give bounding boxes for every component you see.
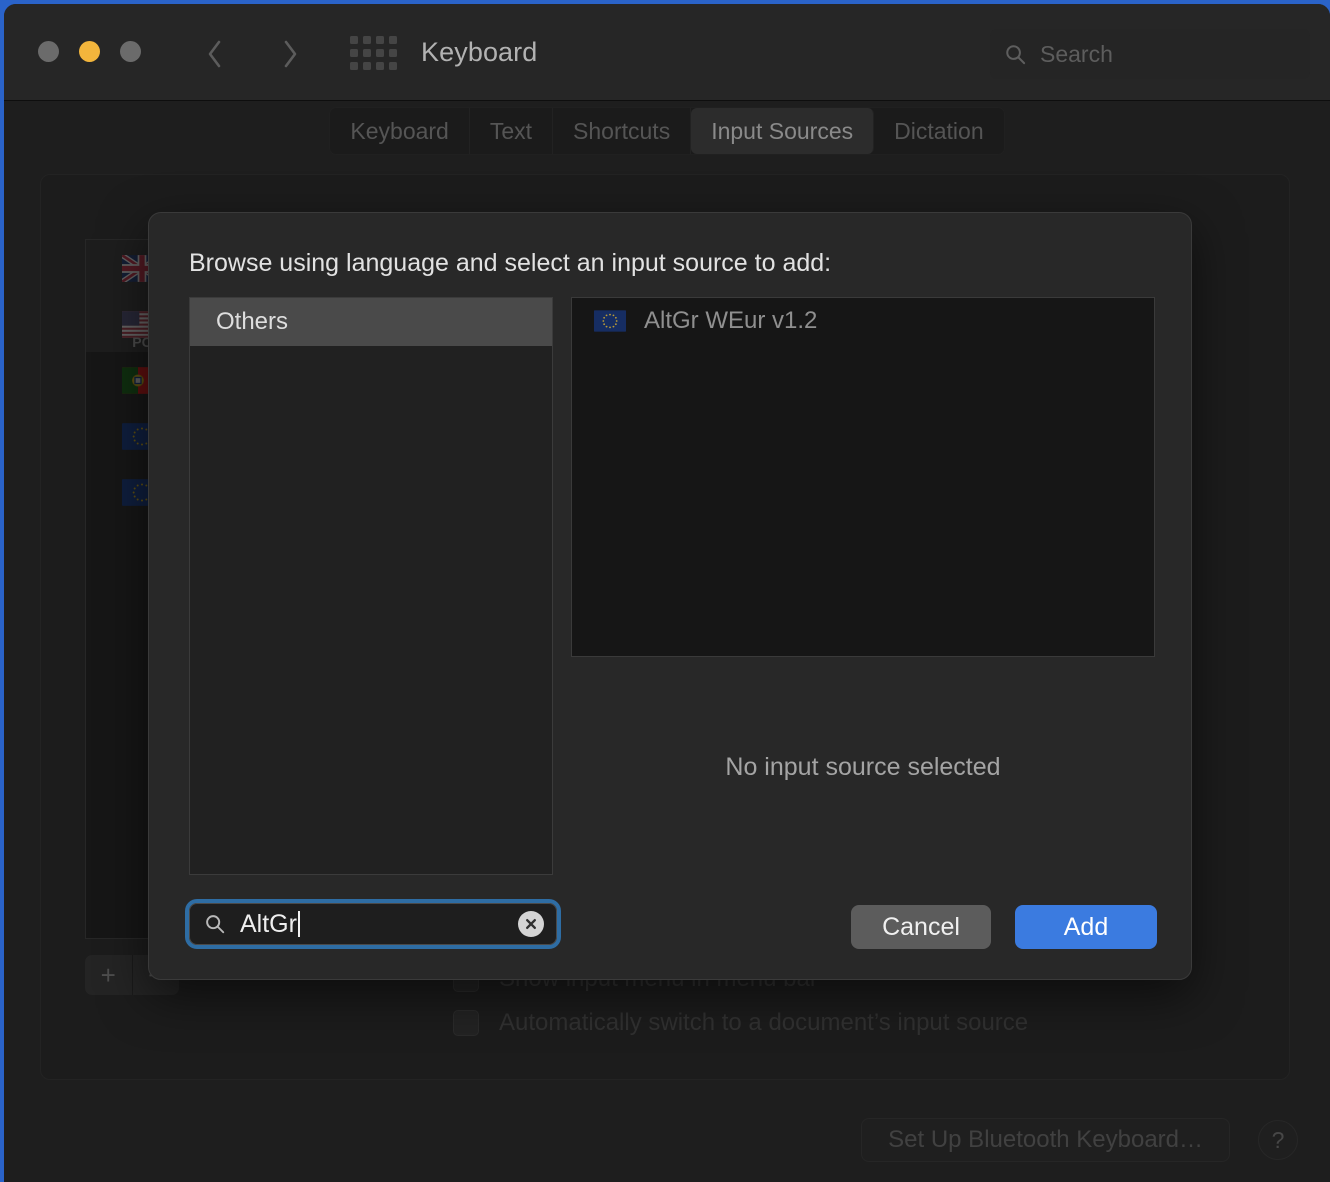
auto-switch-checkbox-row[interactable]: Automatically switch to a document’s inp…: [453, 1009, 1028, 1037]
auto-switch-label: Automatically switch to a document’s inp…: [499, 1009, 1029, 1036]
add-input-source-dialog: Browse using language and select an inpu…: [148, 212, 1192, 980]
tab-input-sources[interactable]: Input Sources: [691, 108, 875, 154]
tab-text[interactable]: Text: [470, 108, 554, 154]
window-bottom-bar: Set Up Bluetooth Keyboard… ?: [4, 1094, 1330, 1174]
tab-dictation[interactable]: Dictation: [874, 108, 1003, 154]
minimize-button[interactable]: [79, 41, 100, 62]
back-chevron-icon: [208, 40, 220, 68]
language-list-item-others[interactable]: Others: [190, 298, 552, 346]
tab-group: Keyboard Text Shortcuts Input Sources Di…: [329, 107, 1005, 155]
preferences-tabbar: Keyboard Text Shortcuts Input Sources Di…: [4, 100, 1330, 162]
input-source-result-row[interactable]: AltGr WEur v1.2: [572, 298, 1154, 344]
back-button[interactable]: [194, 32, 234, 76]
input-source-result-label: AltGr WEur v1.2: [644, 307, 818, 334]
help-button[interactable]: ?: [1258, 1120, 1298, 1160]
input-source-results-list[interactable]: AltGr WEur v1.2: [571, 297, 1155, 657]
system-preferences-window: Keyboard Search Keyboard Text Shortcuts …: [4, 4, 1330, 1182]
traffic-lights: [38, 41, 141, 62]
add-button[interactable]: Add: [1015, 905, 1157, 949]
text-caret: [297, 911, 300, 937]
auto-switch-checkbox[interactable]: [453, 1010, 479, 1036]
close-button[interactable]: [38, 41, 59, 62]
dialog-search-value: AltGr: [240, 909, 297, 938]
clear-icon[interactable]: [518, 911, 544, 937]
setup-bluetooth-keyboard-button[interactable]: Set Up Bluetooth Keyboard…: [861, 1118, 1230, 1162]
zoom-button[interactable]: [120, 41, 141, 62]
show-all-grid-icon[interactable]: [350, 36, 397, 70]
dialog-search-value-wrapper: AltGr: [240, 910, 518, 939]
add-source-button[interactable]: +: [85, 955, 133, 995]
cancel-button[interactable]: Cancel: [851, 905, 991, 949]
search-icon: [206, 915, 225, 934]
eu-flag-icon: [594, 310, 626, 332]
tab-shortcuts[interactable]: Shortcuts: [553, 108, 692, 154]
search-icon: [1006, 44, 1026, 64]
forward-chevron-icon: [284, 40, 296, 68]
language-list[interactable]: Others: [189, 297, 553, 875]
tab-keyboard[interactable]: Keyboard: [330, 108, 470, 154]
search-placeholder: Search: [1040, 40, 1113, 67]
dialog-search-focus-ring: AltGr: [185, 899, 561, 949]
forward-button[interactable]: [270, 32, 310, 76]
dialog-title: Browse using language and select an inpu…: [189, 249, 832, 277]
page-title: Keyboard: [421, 37, 538, 67]
dialog-search-input[interactable]: AltGr: [189, 903, 557, 945]
empty-state-message: No input source selected: [725, 753, 1001, 781]
search-input[interactable]: Search: [990, 29, 1310, 79]
window-titlebar: Keyboard Search: [4, 4, 1330, 101]
